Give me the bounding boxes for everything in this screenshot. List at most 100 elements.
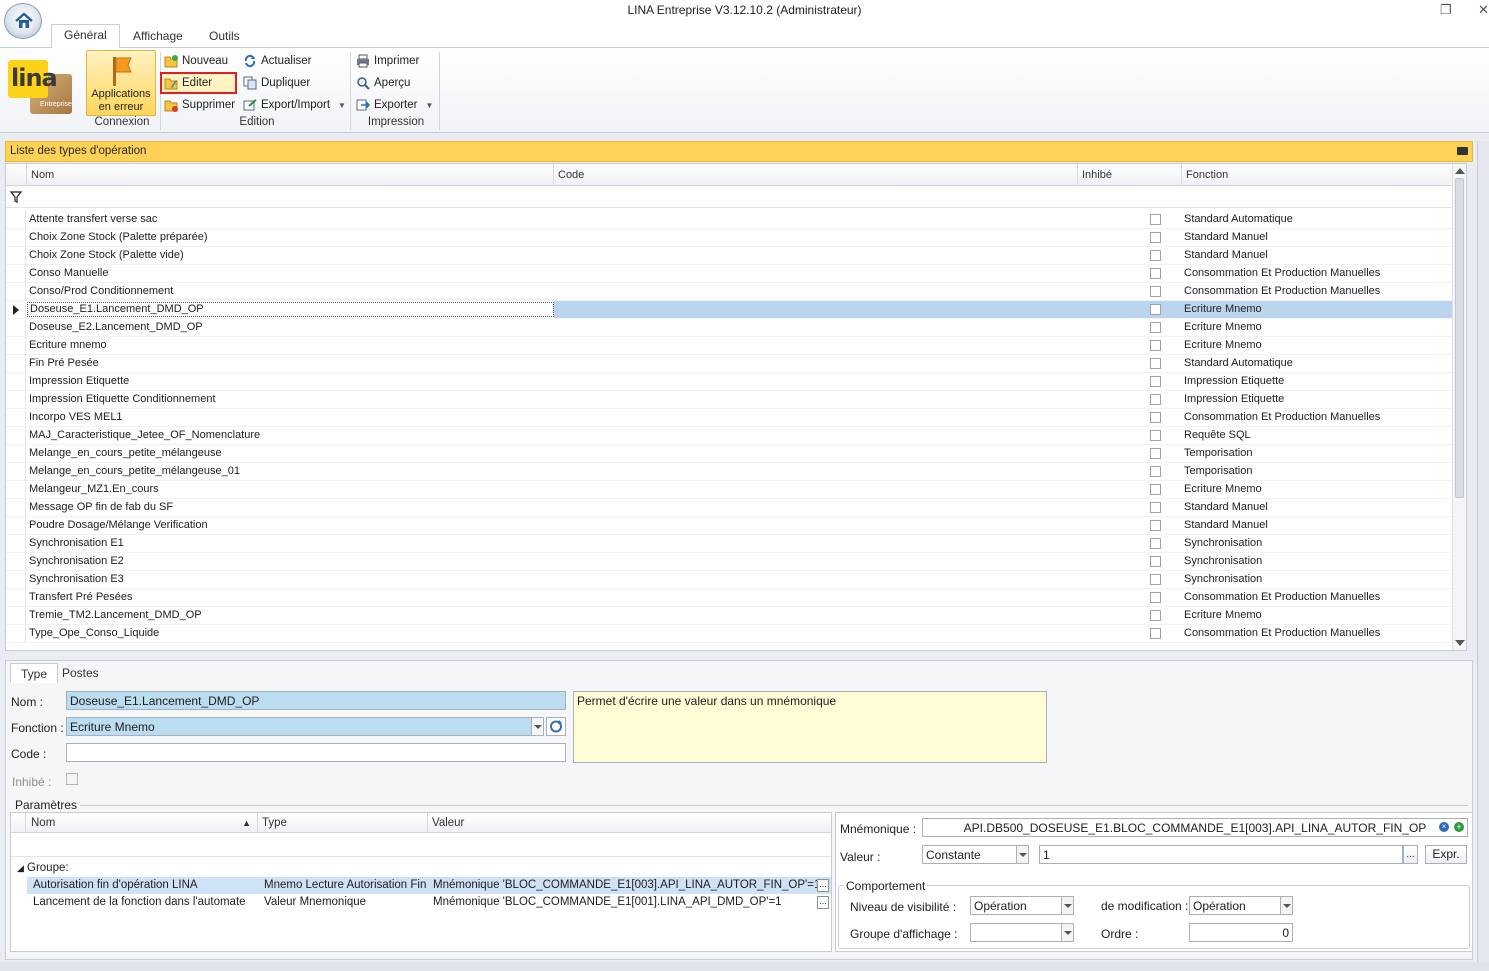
side-panel-strip[interactable] xyxy=(1477,141,1489,971)
row-indicator[interactable] xyxy=(6,481,26,499)
valeur-type-select[interactable]: Constante xyxy=(922,845,1029,864)
tab-general[interactable]: Général xyxy=(51,24,120,49)
row-inhibe-checkbox[interactable] xyxy=(1150,358,1161,369)
row-indicator[interactable] xyxy=(6,283,26,301)
param-edit-button[interactable]: ... xyxy=(817,879,829,892)
row-inhibe-checkbox[interactable] xyxy=(1150,484,1161,495)
table-row[interactable]: Type_Ope_Conso_Liquide Consommation Et Pr… xyxy=(6,625,1452,643)
row-inhibe-checkbox[interactable] xyxy=(1150,556,1161,567)
column-fonction[interactable]: Fonction xyxy=(1181,164,1452,186)
row-indicator[interactable] xyxy=(6,499,26,517)
row-inhibe-checkbox[interactable] xyxy=(1150,574,1161,585)
row-indicator[interactable] xyxy=(6,463,26,481)
tab-postes[interactable]: Postes xyxy=(52,663,109,683)
table-row[interactable]: Conso/Prod Conditionnement Consommation E… xyxy=(6,283,1452,301)
restore-window-icon[interactable]: ❐ xyxy=(1440,2,1452,18)
table-row[interactable]: Incorpo VES MEL1 Consommation Et Producti… xyxy=(6,409,1452,427)
row-inhibe-checkbox[interactable] xyxy=(1150,250,1161,261)
row-inhibe-checkbox[interactable] xyxy=(1150,502,1161,513)
table-row[interactable]: Message OP fin de fab du SF Standard Manu… xyxy=(6,499,1452,517)
row-inhibe-checkbox[interactable] xyxy=(1150,268,1161,279)
nouveau-button[interactable]: Nouveau xyxy=(162,52,228,70)
actualiser-button[interactable]: Actualiser xyxy=(241,52,312,70)
table-row[interactable]: MAJ_Caracteristique_Jetee_OF_Nomenclatur… xyxy=(6,427,1452,445)
tab-type[interactable]: Type xyxy=(10,663,59,683)
modification-select[interactable]: Opération xyxy=(1189,896,1293,915)
table-row[interactable]: Choix Zone Stock (Palette vide) Standard … xyxy=(6,247,1452,265)
scroll-thumb[interactable] xyxy=(1455,178,1464,498)
param-row[interactable]: Autorisation fin d'opération LINA Mnemo … xyxy=(27,877,831,894)
param-column-type[interactable]: Type xyxy=(257,813,427,833)
tab-outils[interactable]: Outils xyxy=(197,26,252,48)
table-row[interactable]: Doseuse_E1.Lancement_DMD_OP Ecriture Mnem… xyxy=(6,301,1452,319)
supprimer-button[interactable]: Supprimer xyxy=(162,96,235,114)
dupliquer-button[interactable]: Dupliquer xyxy=(241,74,310,92)
row-indicator[interactable] xyxy=(6,553,26,571)
vertical-scrollbar[interactable] xyxy=(1452,164,1466,650)
minimize-panel-icon[interactable] xyxy=(1457,147,1468,155)
row-indicator[interactable] xyxy=(6,301,26,319)
inhibe-checkbox[interactable] xyxy=(66,773,78,785)
ordre-field[interactable]: 0 xyxy=(1189,923,1293,942)
editer-button[interactable]: Editer xyxy=(160,72,237,94)
row-inhibe-checkbox[interactable] xyxy=(1150,448,1161,459)
chevron-down-icon[interactable] xyxy=(1016,846,1028,863)
row-inhibe-checkbox[interactable] xyxy=(1150,520,1161,531)
param-edit-button[interactable]: ... xyxy=(817,896,829,909)
visibilite-select[interactable]: Opération xyxy=(970,896,1074,915)
row-indicator[interactable] xyxy=(6,265,26,283)
row-inhibe-checkbox[interactable] xyxy=(1150,322,1161,333)
code-field[interactable] xyxy=(66,743,566,762)
description-field[interactable]: Permet d'écrire une valeur dans un mnémo… xyxy=(573,691,1047,763)
close-window-icon[interactable]: ✕ xyxy=(1478,2,1489,18)
row-indicator[interactable] xyxy=(6,625,26,643)
expr-button[interactable]: Expr. xyxy=(1425,845,1467,864)
valeur-field[interactable]: 1 xyxy=(1039,845,1403,864)
row-indicator[interactable] xyxy=(6,373,26,391)
imprimer-button[interactable]: Imprimer xyxy=(354,52,419,70)
table-row[interactable]: Attente transfert verse sac Standard Auto… xyxy=(6,211,1452,229)
row-inhibe-checkbox[interactable] xyxy=(1150,412,1161,423)
tab-affichage[interactable]: Affichage xyxy=(121,26,195,48)
table-row[interactable]: Impression Etiquette Impression Etiquette xyxy=(6,373,1452,391)
row-indicator[interactable] xyxy=(6,409,26,427)
scroll-down-icon[interactable] xyxy=(1455,640,1465,646)
row-inhibe-checkbox[interactable] xyxy=(1150,538,1161,549)
row-indicator[interactable] xyxy=(6,571,26,589)
table-row[interactable]: Melange_en_cours_petite_mélangeuse Tempor… xyxy=(6,445,1452,463)
row-inhibe-checkbox[interactable] xyxy=(1150,628,1161,639)
row-indicator[interactable] xyxy=(6,247,26,265)
nom-field[interactable]: Doseuse_E1.Lancement_DMD_OP xyxy=(66,691,566,710)
row-indicator[interactable] xyxy=(6,517,26,535)
param-column-valeur[interactable]: Valeur xyxy=(427,813,831,833)
collapse-group-icon[interactable]: ◢ xyxy=(17,863,24,874)
row-indicator[interactable] xyxy=(6,427,26,445)
table-row[interactable]: Tremie_TM2.Lancement_DMD_OP Ecriture Mnem… xyxy=(6,607,1452,625)
filter-icon[interactable] xyxy=(10,191,22,203)
row-indicator[interactable] xyxy=(6,535,26,553)
column-code[interactable]: Code xyxy=(553,164,1077,186)
filter-row[interactable] xyxy=(6,186,1452,208)
valeur-ellipsis-button[interactable]: ... xyxy=(1403,845,1418,864)
table-row[interactable]: Fin Pré Pesée Standard Automatique xyxy=(6,355,1452,373)
chevron-down-icon[interactable] xyxy=(1061,924,1073,941)
clear-icon[interactable]: × xyxy=(1439,822,1449,832)
mnemonique-field[interactable]: API.DB500_DOSEUSE_E1.BLOC_COMMANDE_E1[00… xyxy=(922,818,1468,837)
column-nom[interactable]: Nom xyxy=(26,164,554,186)
row-indicator[interactable] xyxy=(6,229,26,247)
table-row[interactable]: Ecriture mnemo Ecriture Mnemo xyxy=(6,337,1452,355)
row-inhibe-checkbox[interactable] xyxy=(1150,394,1161,405)
row-inhibe-checkbox[interactable] xyxy=(1150,340,1161,351)
table-row[interactable]: Choix Zone Stock (Palette préparée) Stand… xyxy=(6,229,1452,247)
row-indicator[interactable] xyxy=(6,319,26,337)
export-import-button[interactable]: Export/Import ▼ xyxy=(241,96,346,114)
row-indicator[interactable] xyxy=(6,391,26,409)
fonction-select[interactable]: Ecriture Mnemo xyxy=(66,717,544,736)
column-inhibe[interactable]: Inhibé xyxy=(1077,164,1181,186)
table-row[interactable]: Synchronisation E1 Synchronisation xyxy=(6,535,1452,553)
table-row[interactable]: Doseuse_E2.Lancement_DMD_OP Ecriture Mnem… xyxy=(6,319,1452,337)
row-indicator[interactable] xyxy=(6,607,26,625)
table-row[interactable]: Melange_en_cours_petite_mélangeuse_01 Tem… xyxy=(6,463,1452,481)
row-inhibe-checkbox[interactable] xyxy=(1150,232,1161,243)
row-inhibe-checkbox[interactable] xyxy=(1150,376,1161,387)
